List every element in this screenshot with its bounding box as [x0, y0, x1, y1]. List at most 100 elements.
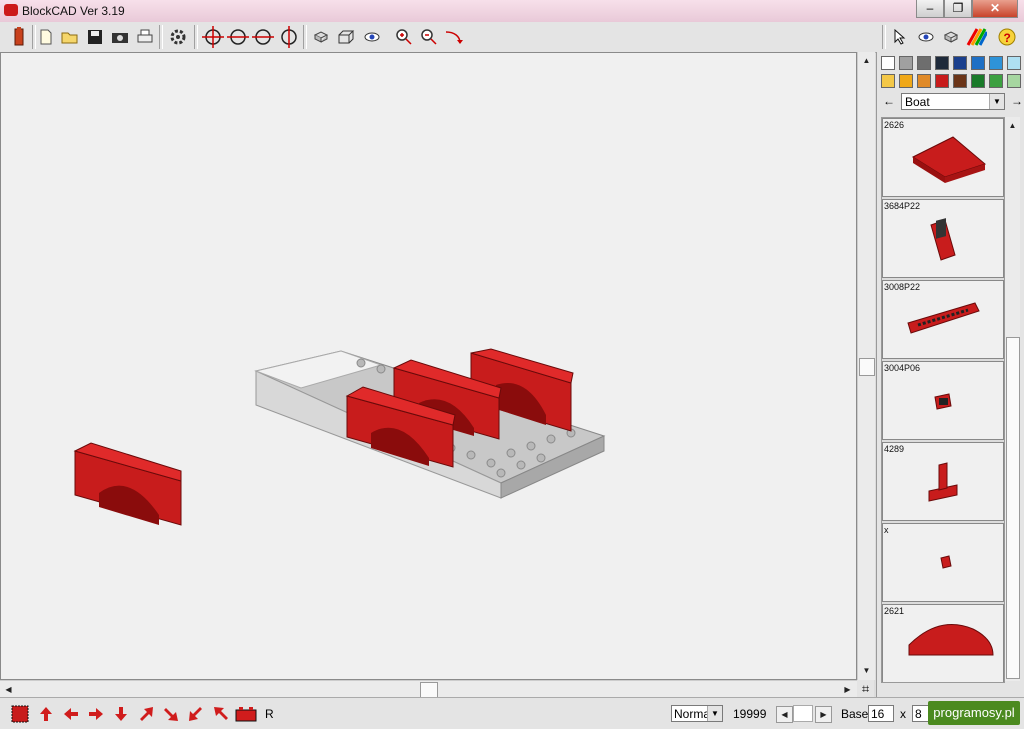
open-folder-icon[interactable] — [59, 26, 81, 48]
title-bar: BlockCAD Ver 3.19 – ❐ ✕ — [0, 0, 1024, 22]
part-item[interactable]: 4289 — [882, 442, 1004, 521]
move-up-right-arrow-icon[interactable] — [135, 704, 157, 724]
mode-select[interactable]: Norma ▼ — [671, 705, 723, 722]
toolbar-separator — [303, 25, 307, 49]
category-selected-value: Boat — [905, 95, 930, 109]
move-down-arrow-icon[interactable] — [110, 704, 132, 724]
rotate-up-icon[interactable] — [252, 26, 274, 48]
part-list-scroll-thumb[interactable] — [1006, 337, 1020, 679]
color-rainbow-icon[interactable] — [965, 26, 987, 48]
toolbar-separator — [194, 25, 198, 49]
move-left-arrow-icon[interactable] — [60, 704, 82, 724]
new-file-icon[interactable] — [35, 26, 57, 48]
part-item[interactable]: 3008P22 — [882, 280, 1004, 359]
minimize-button[interactable]: – — [916, 0, 944, 18]
counter-track[interactable] — [793, 705, 813, 722]
color-swatch[interactable] — [953, 56, 967, 70]
color-swatch[interactable] — [881, 74, 895, 88]
color-swatch[interactable] — [935, 56, 949, 70]
color-palette — [881, 56, 1021, 88]
color-swatch[interactable] — [971, 74, 985, 88]
undo-arrow-icon[interactable] — [443, 26, 465, 48]
rotate-down-icon[interactable] — [278, 26, 300, 48]
camera-icon[interactable] — [109, 26, 131, 48]
rotate-label[interactable]: R — [265, 707, 274, 721]
color-swatch[interactable] — [917, 74, 931, 88]
vertical-scroll-thumb[interactable] — [859, 358, 875, 376]
move-up-arrow-icon[interactable] — [35, 704, 57, 724]
chevron-down-icon[interactable]: ▼ — [707, 706, 722, 721]
part-thumbnail — [911, 136, 987, 183]
color-swatch[interactable] — [899, 74, 913, 88]
color-swatch[interactable] — [971, 56, 985, 70]
maximize-button[interactable]: ❐ — [944, 0, 972, 18]
part-thumbnail — [934, 393, 952, 410]
scroll-down-arrow-icon[interactable]: ▼ — [859, 663, 874, 678]
part-item[interactable]: 3684P22 — [882, 199, 1004, 278]
scroll-up-arrow-icon[interactable]: ▲ — [859, 53, 874, 68]
canvas-vertical-scrollbar[interactable]: ▲ ▼ — [857, 52, 875, 680]
color-swatch[interactable] — [917, 56, 931, 70]
scroll-up-arrow-icon[interactable]: ▲ — [1005, 118, 1020, 133]
base-width-input[interactable]: 16 — [868, 705, 894, 722]
scroll-left-arrow-icon[interactable]: ◀ — [1, 682, 16, 697]
part-item[interactable]: x — [882, 523, 1004, 602]
move-up-left-arrow-icon[interactable] — [210, 704, 232, 724]
category-next-arrow-icon[interactable]: → — [1011, 94, 1023, 108]
bottom-toolbar: R Norma ▼ 19999 ◀ ▶ Base: 16 x 8 program… — [0, 697, 1024, 729]
canvas-horizontal-scrollbar[interactable]: ◀ ▶ — [0, 680, 857, 698]
build-canvas[interactable] — [0, 52, 857, 680]
logo-brick-icon[interactable] — [8, 26, 30, 48]
single-brick-view-icon[interactable] — [310, 26, 332, 48]
mode-selected-value: Norma — [674, 707, 711, 721]
color-swatch[interactable] — [1007, 74, 1021, 88]
toolbar-separator — [159, 25, 163, 49]
move-down-right-arrow-icon[interactable] — [160, 704, 182, 724]
brick-grid-icon[interactable] — [9, 704, 31, 724]
rotate-left-icon[interactable] — [202, 26, 224, 48]
category-prev-arrow-icon[interactable]: ← — [883, 94, 895, 108]
eye-view-icon[interactable] — [361, 26, 383, 48]
watermark-badge: programosy.pl — [928, 701, 1020, 725]
wireframe-view-icon[interactable] — [335, 26, 357, 48]
resize-corner-icon[interactable]: ⌗ — [857, 680, 874, 697]
lego-model-view — [73, 348, 606, 526]
pointer-icon[interactable] — [889, 26, 911, 48]
part-list-scrollbar[interactable]: ▲ — [1005, 117, 1020, 681]
print-icon[interactable] — [134, 26, 156, 48]
horizontal-scroll-thumb[interactable] — [420, 682, 438, 698]
svg-text:?: ? — [1004, 31, 1011, 45]
close-button[interactable]: ✕ — [972, 0, 1018, 18]
chevron-down-icon[interactable]: ▼ — [989, 94, 1004, 109]
scroll-right-arrow-icon[interactable]: ▶ — [840, 682, 855, 697]
color-swatch[interactable] — [1007, 56, 1021, 70]
part-item[interactable]: 2626 — [882, 118, 1004, 197]
color-swatch[interactable] — [935, 74, 949, 88]
save-icon[interactable] — [84, 26, 106, 48]
color-swatch[interactable] — [881, 56, 895, 70]
counter-next-icon[interactable]: ▶ — [815, 706, 832, 723]
color-swatch[interactable] — [953, 74, 967, 88]
piece-counter: 19999 — [733, 707, 767, 721]
move-down-left-arrow-icon[interactable] — [185, 704, 207, 724]
zoom-in-icon[interactable] — [393, 26, 415, 48]
part-thumbnail — [907, 302, 980, 334]
eye-icon[interactable] — [915, 26, 937, 48]
counter-prev-icon[interactable]: ◀ — [776, 706, 793, 723]
part-thumbnail — [928, 462, 958, 502]
brick-stack-icon[interactable] — [940, 26, 962, 48]
color-swatch[interactable] — [899, 56, 913, 70]
move-right-arrow-icon[interactable] — [85, 704, 107, 724]
part-item[interactable]: 2621 — [882, 604, 1004, 682]
part-item[interactable]: 3004P06 — [882, 361, 1004, 440]
zoom-out-icon[interactable] — [418, 26, 440, 48]
rotate-right-icon[interactable] — [227, 26, 249, 48]
color-swatch[interactable] — [989, 74, 1003, 88]
category-select[interactable]: Boat ▼ — [901, 93, 1005, 110]
color-swatch[interactable] — [989, 56, 1003, 70]
main-toolbar: ? — [0, 22, 1024, 53]
part-list: 2626 3684P22 3008P22 3004P06 4289 x 2621 — [881, 117, 1005, 683]
help-icon[interactable]: ? — [996, 26, 1018, 48]
brick-icon[interactable] — [235, 704, 257, 724]
settings-gear-icon[interactable] — [167, 26, 189, 48]
